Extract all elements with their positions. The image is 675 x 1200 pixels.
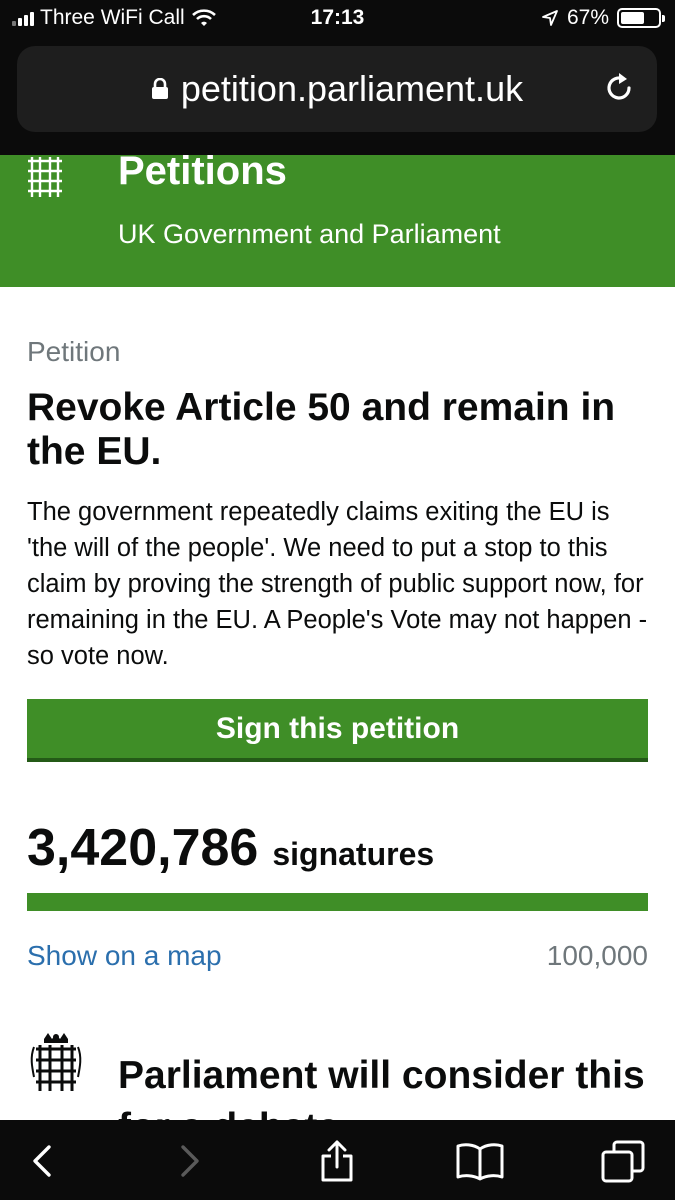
forward-button[interactable] [166,1138,216,1184]
debate-heading: Parliament will consider this for a deba… [118,1054,645,1120]
back-icon [33,1145,51,1177]
tabs-icon [601,1140,645,1183]
share-button[interactable] [312,1138,362,1184]
bookmarks-icon [456,1143,504,1181]
debate-section: Parliament will consider this for a deba… [0,0,675,1120]
forward-icon [181,1145,199,1177]
parliament-portcullis-icon [30,1033,82,1091]
share-icon [321,1140,353,1182]
tabs-button[interactable] [598,1138,648,1184]
bookmarks-button[interactable] [455,1138,505,1184]
back-button[interactable] [16,1138,66,1184]
browser-toolbar [0,1120,675,1200]
